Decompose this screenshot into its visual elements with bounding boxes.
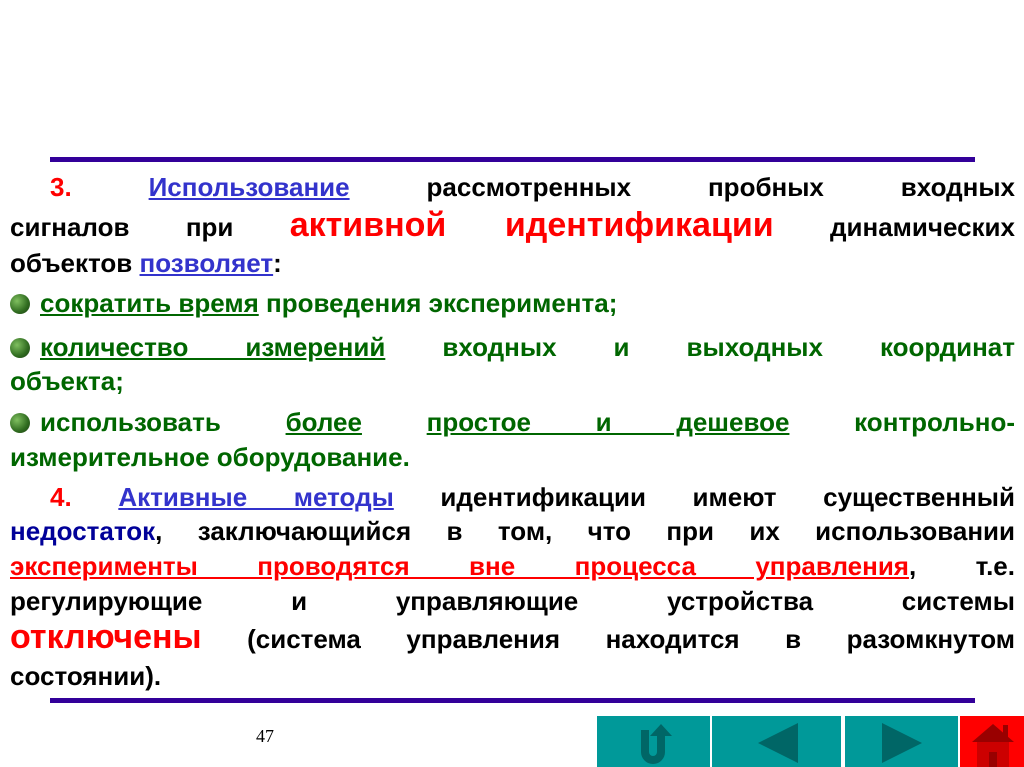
bottom-divider [50,698,975,703]
home-button[interactable] [960,716,1024,767]
p4-line5: отключены (система управления находится … [10,618,1015,656]
p3-line2: сигналов при активной идентификации дина… [10,206,1015,244]
bullet-continuation: измерительное оборудование. [10,442,410,472]
p4-line6: состоянии). [10,661,162,691]
bullet-item: сократить время проведения эксперимента; [10,286,1015,320]
term-link: Использование [148,172,350,202]
bullet-continuation: объекта; [10,366,124,396]
bullet-icon [10,294,30,314]
p4-line1: 4. Активные методы идентификации имеют с… [50,482,1015,512]
bullet-icon [10,338,30,358]
house-icon [972,724,1014,767]
top-divider [50,157,975,162]
p4-line4: регулирующие и управляющие устройства си… [10,586,1015,616]
page-number: 47 [256,726,274,746]
return-button[interactable] [597,716,710,767]
bullet-icon [10,413,30,433]
p4-line3: эксперименты проводятся вне процесса упр… [10,551,1015,581]
p3-line1: 3. Использование рассмотренных пробных в… [50,172,1015,202]
p3-line3: объектов позволяет: [10,248,282,278]
next-button[interactable] [845,716,958,767]
bullet-item: использовать более простое и дешевое кон… [10,405,1015,439]
triangle-left-icon [758,723,798,763]
u-turn-arrow-icon [641,724,672,764]
bullet-item: количество измерений входных и выходных … [10,330,1015,364]
previous-button[interactable] [712,716,841,767]
triangle-right-icon [882,723,922,763]
p4-line2: недостаток, заключающийся в том, что при… [10,516,1015,546]
